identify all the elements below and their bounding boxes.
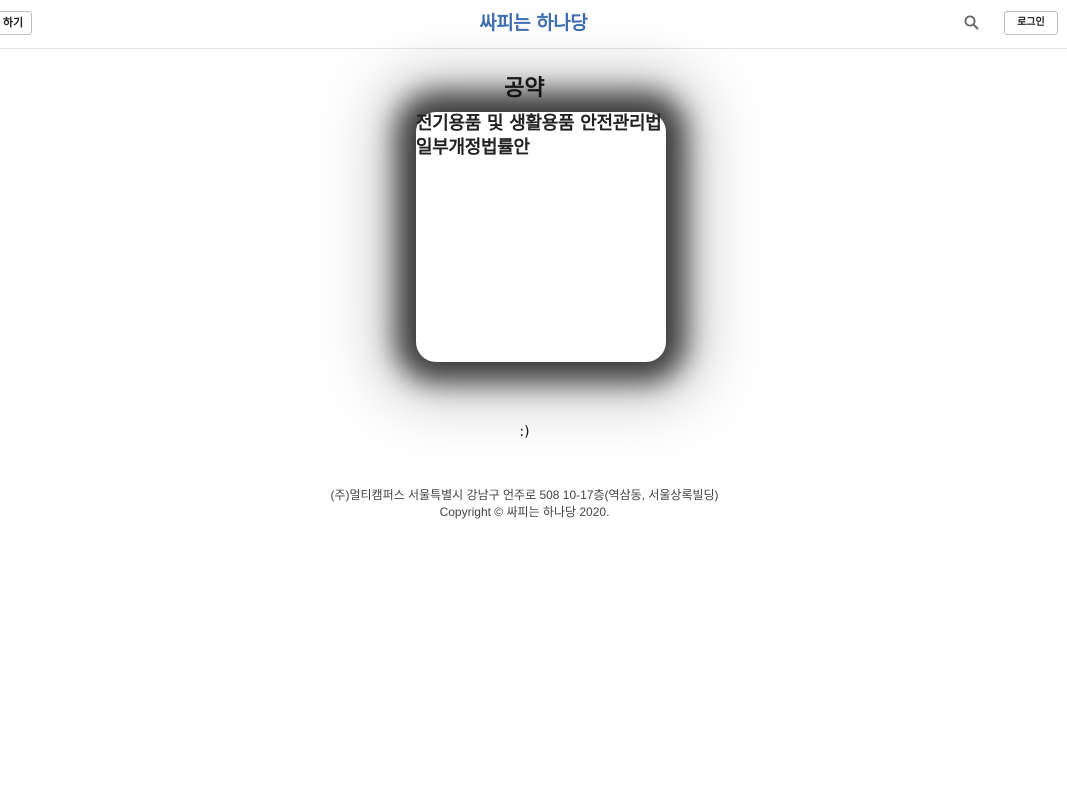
footer-address: (주)멀티캠퍼스 서울특별시 강남구 언주로 508 10-17층(역삼동, 서… (330, 488, 719, 502)
pledge-card[interactable]: 전기용품 및 생활용품 안전관리법 일부개정법률안 (416, 112, 666, 362)
search-button[interactable] (963, 14, 981, 32)
search-icon (964, 15, 979, 30)
login-button[interactable]: 로그인 (1004, 11, 1058, 35)
brand-title-wrapper: 싸피는 하나당 (0, 8, 1067, 35)
section-title: 공약 (504, 76, 545, 101)
footer: (주)멀티캠퍼스 서울특별시 강남구 언주로 508 10-17층(역삼동, 서… (0, 487, 1049, 521)
top-navbar: 하기 싸피는 하나당 로그인 (0, 0, 1067, 49)
left-nav-button[interactable]: 하기 (0, 11, 33, 35)
brand-title[interactable]: 싸피는 하나당 (480, 12, 589, 34)
footer-copyright: Copyright © 싸피는 하나당 2020. (439, 505, 610, 519)
pledge-card-title: 전기용품 및 생활용품 안전관리법 일부개정법률안 (416, 113, 662, 158)
smiley-text: :) (519, 424, 530, 440)
